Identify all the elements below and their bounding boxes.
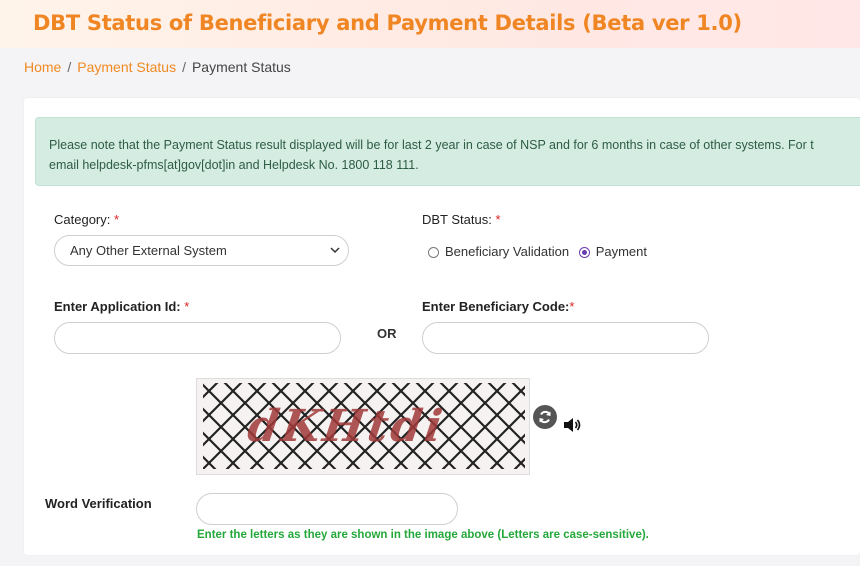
beneficiary-code-label: Enter Beneficiary Code:*	[422, 299, 575, 314]
notice-line-2: email helpdesk-pfms[at]gov[dot]in and He…	[49, 158, 419, 172]
radio-payment-label[interactable]: Payment	[596, 244, 647, 259]
word-verification-label: Word Verification	[45, 496, 152, 511]
dbt-status-label: DBT Status: *	[422, 212, 501, 227]
or-separator: OR	[377, 326, 397, 341]
breadcrumb-payment-status-link[interactable]: Payment Status	[77, 59, 176, 75]
captcha-hint: Enter the letters as they are shown in t…	[197, 529, 649, 541]
category-label: Category: *	[54, 212, 120, 227]
breadcrumb-current: Payment Status	[191, 59, 291, 75]
beneficiary-code-input[interactable]	[422, 322, 709, 354]
page-title: DBT Status of Beneficiary and Payment De…	[33, 11, 742, 35]
dbt-status-radio-group: Beneficiary Validation Payment	[428, 244, 647, 259]
category-selected-value: Any Other External System	[70, 243, 227, 258]
radio-beneficiary-validation-label[interactable]: Beneficiary Validation	[445, 244, 569, 259]
captcha-image: dKHtdi	[196, 378, 530, 475]
info-notice: Please note that the Payment Status resu…	[35, 117, 860, 186]
notice-line-1: Please note that the Payment Status resu…	[49, 138, 814, 152]
refresh-captcha-icon[interactable]	[533, 405, 557, 429]
captcha-text: dKHtdi	[245, 400, 449, 452]
category-select[interactable]: Any Other External System	[54, 235, 349, 266]
word-verification-input[interactable]	[196, 493, 458, 525]
speaker-icon[interactable]	[563, 417, 583, 438]
chevron-down-icon	[330, 236, 340, 277]
radio-payment[interactable]	[578, 247, 590, 258]
application-id-label: Enter Application Id: *	[54, 299, 190, 314]
radio-beneficiary-validation[interactable]	[428, 247, 439, 258]
application-id-input[interactable]	[54, 322, 341, 354]
header-bar: DBT Status of Beneficiary and Payment De…	[0, 0, 860, 48]
breadcrumb-home-link[interactable]: Home	[24, 59, 61, 75]
breadcrumb: Home / Payment Status / Payment Status	[24, 59, 291, 75]
